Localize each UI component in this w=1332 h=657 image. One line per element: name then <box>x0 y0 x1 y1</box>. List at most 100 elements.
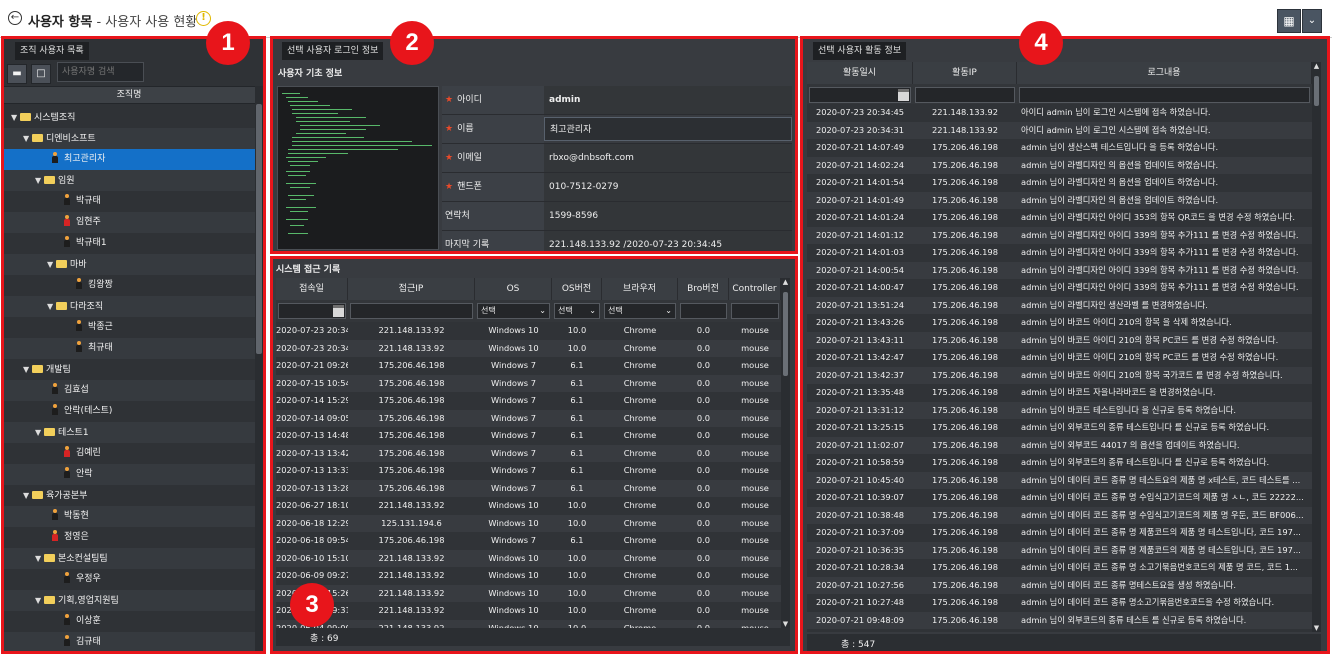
activity-scrollbar-thumb[interactable] <box>1314 76 1319 106</box>
activity-table-row[interactable]: 2020-07-21 13:42:37 175.206.46.198 admin 님… <box>807 366 1312 384</box>
access-column-header[interactable]: OS <box>475 278 552 300</box>
access-column-header[interactable]: 접속일 <box>276 278 348 300</box>
warning-icon[interactable]: ! <box>196 11 211 26</box>
access-table-row[interactable]: 2020-07-15 10:54 175.206.46.198 Windows 7 6… <box>276 374 781 392</box>
chevron-down-icon[interactable]: ▼ <box>47 254 56 275</box>
chevron-down-icon[interactable]: ▼ <box>23 128 32 149</box>
chevron-down-icon[interactable]: ▼ <box>35 548 44 569</box>
activity-date-filter-input[interactable] <box>809 87 911 103</box>
activity-table-row[interactable]: 2020-07-21 13:25:15 175.206.46.198 admin 님… <box>807 419 1312 437</box>
access-table-row[interactable]: 2020-06-04 09:00221.148.133.92Windows 10… <box>276 619 781 628</box>
tree-user-item[interactable]: 안락(테스트) <box>3 401 255 422</box>
activity-table-row[interactable]: 2020-07-21 10:45:40 175.206.46.198 admin 님… <box>807 471 1312 489</box>
access-scrollbar-thumb[interactable] <box>783 292 788 376</box>
folder-open-icon[interactable]: ▬ <box>7 64 27 84</box>
tree-folder-item[interactable]: ▼ 본소컨설팅팀 <box>3 548 255 569</box>
chevron-down-icon[interactable]: ▼ <box>23 485 32 506</box>
activity-table-row[interactable]: 2020-07-21 13:43:26 175.206.46.198 admin 님… <box>807 314 1312 332</box>
activity-table-row[interactable]: 2020-07-21 10:27:48 175.206.46.198 admin 님… <box>807 594 1312 612</box>
scroll-up-icon[interactable]: ▲ <box>1312 62 1321 70</box>
access-table-row[interactable]: 2020-06-09 09:27 221.148.133.92 Windows 10… <box>276 567 781 585</box>
login-info-tab[interactable]: 선택 사용자 로그인 정보 <box>282 42 384 60</box>
tree-user-item[interactable]: 박종근 <box>3 317 255 338</box>
tree-user-item[interactable]: 우정우 <box>3 569 255 590</box>
activity-table-row[interactable]: 2020-07-23 20:34:45 221.148.133.92 아이디 adm… <box>807 104 1312 122</box>
activity-table-row[interactable]: 2020-07-21 14:00:54 175.206.46.198 admin 님… <box>807 261 1312 279</box>
scroll-down-icon[interactable]: ▼ <box>1312 624 1321 632</box>
access-table-row[interactable]: 2020-07-13 13:33 175.206.46.198 Windows 7 6… <box>276 462 781 480</box>
access-table-row[interactable]: 2020-07-13 13:42 175.206.46.198 Windows 7 6… <box>276 444 781 462</box>
access-table-row[interactable]: 2020-07-23 20:34 221.148.133.92 Windows 10… <box>276 339 781 357</box>
activity-table-row[interactable]: 2020-07-21 14:02:24 175.206.46.198 admin 님… <box>807 156 1312 174</box>
chevron-down-icon[interactable]: ▼ <box>35 422 44 443</box>
access-column-header[interactable]: Bro버전 <box>678 278 729 300</box>
chevron-down-icon[interactable]: ▼ <box>35 170 44 191</box>
access-column-header[interactable]: OS버전 <box>552 278 602 300</box>
layout-button[interactable]: ▦ <box>1277 9 1301 33</box>
controller-filter-input[interactable] <box>731 303 779 319</box>
tree-user-item[interactable]: 최고관리자 <box>3 149 255 170</box>
org-user-tab[interactable]: 조직 사용자 목록 <box>15 42 89 60</box>
tree-user-item[interactable]: 박동현 <box>3 506 255 527</box>
activity-table-row[interactable]: 2020-07-21 13:43:11 175.206.46.198 admin 님… <box>807 331 1312 349</box>
back-icon[interactable]: ← <box>8 11 22 25</box>
access-table-row[interactable]: 2020-06-27 18:10 221.148.133.92 Windows 10… <box>276 497 781 515</box>
tree-user-item[interactable]: 이상훈 <box>3 611 255 632</box>
activity-table-row[interactable]: 2020-07-21 11:02:07 175.206.46.198 admin 님… <box>807 436 1312 454</box>
tree-user-item[interactable]: 정영은 <box>3 527 255 548</box>
tree-folder-item[interactable]: ▼ 시스템조직 <box>3 107 255 128</box>
access-column-header[interactable]: Controller <box>729 278 781 300</box>
user-search-input[interactable] <box>57 62 144 82</box>
access-table-row[interactable]: 2020-06-18 12:29 125.131.194.6 Windows 10 1… <box>276 514 781 532</box>
tree-folder-item[interactable]: ▼ 기획,영업지원팀 <box>3 590 255 611</box>
access-column-header[interactable]: 접근IP <box>348 278 475 300</box>
activity-table-row[interactable]: 2020-07-21 10:36:35 175.206.46.198 admin 님… <box>807 541 1312 559</box>
tree-user-item[interactable]: 최규태 <box>3 338 255 359</box>
tree-scrollbar-thumb[interactable] <box>256 104 262 354</box>
bro-version-filter-input[interactable] <box>680 303 727 319</box>
date-filter-input[interactable] <box>278 303 346 319</box>
tree-user-item[interactable]: 박규태1 <box>3 233 255 254</box>
activity-table-row[interactable]: 2020-07-21 13:31:12 175.206.46.198 admin 님… <box>807 401 1312 419</box>
activity-table-row[interactable]: 2020-07-21 10:39:07 175.206.46.198 admin 님… <box>807 489 1312 507</box>
access-table-row[interactable]: 2020-07-13 13:28 175.206.46.198 Windows 7 6… <box>276 479 781 497</box>
access-table-row[interactable]: 2020-07-21 09:26 175.206.46.198 Windows 7 6… <box>276 357 781 375</box>
calendar-icon[interactable] <box>898 89 909 101</box>
chevron-down-icon[interactable]: ▼ <box>23 359 32 380</box>
activity-table-row[interactable]: 2020-07-21 09:48:09 175.206.46.198 admin 님… <box>807 611 1312 629</box>
access-table-row[interactable]: 2020-07-14 09:05 175.206.46.198 Windows 7 6… <box>276 409 781 427</box>
tree-user-item[interactable]: 김효섭 <box>3 380 255 401</box>
access-table-row[interactable]: 2020-06-10 15:10 221.148.133.92 Windows 10… <box>276 549 781 567</box>
scroll-up-icon[interactable]: ▲ <box>781 278 790 286</box>
log-content-filter-input[interactable] <box>1019 87 1310 103</box>
access-table-row[interactable]: 2020-06-05 09:31221.148.133.92Windows 10… <box>276 602 781 620</box>
activity-table-row[interactable]: 2020-07-21 14:07:49 175.206.46.198 admin 님… <box>807 139 1312 157</box>
tree-folder-item[interactable]: ▼ 테스트1 <box>3 422 255 443</box>
activity-column-header[interactable]: 로그내용 <box>1017 62 1312 84</box>
tree-user-item[interactable]: 킹왕짱 <box>3 275 255 296</box>
org-column-header[interactable]: 조직명 <box>3 86 255 104</box>
activity-table-row[interactable]: 2020-07-21 09:47:22175.206.46.198admin 님… <box>807 629 1312 632</box>
tree-user-item[interactable]: 김예린 <box>3 443 255 464</box>
tree-folder-item[interactable]: ▼ 다라조직 <box>3 296 255 317</box>
activity-table-row[interactable]: 2020-07-21 10:38:48 175.206.46.198 admin 님… <box>807 506 1312 524</box>
access-table-row[interactable]: 2020-07-13 14:48 175.206.46.198 Windows 7 6… <box>276 427 781 445</box>
activity-table-row[interactable]: 2020-07-21 14:01:49 175.206.46.198 admin 님… <box>807 191 1312 209</box>
scroll-down-icon[interactable]: ▼ <box>781 620 790 628</box>
activity-table-row[interactable]: 2020-07-21 13:51:24 175.206.46.198 admin 님… <box>807 296 1312 314</box>
access-column-header[interactable]: 브라우저 <box>602 278 678 300</box>
tree-folder-item[interactable]: ▼ 개발팀 <box>3 359 255 380</box>
tree-folder-item[interactable]: ▼ 임원 <box>3 170 255 191</box>
activity-table-row[interactable]: 2020-07-21 14:01:24 175.206.46.198 admin 님… <box>807 209 1312 227</box>
access-table-row[interactable]: 2020-07-23 20:34 221.148.133.92 Windows 10… <box>276 322 781 340</box>
activity-table-row[interactable]: 2020-07-21 14:00:47 175.206.46.198 admin 님… <box>807 279 1312 297</box>
ip-filter-input[interactable] <box>350 303 473 319</box>
os-version-filter-select[interactable]: 선택 ⌄ <box>554 303 600 319</box>
activity-table-row[interactable]: 2020-07-21 14:01:54 175.206.46.198 admin 님… <box>807 174 1312 192</box>
tree-folder-item[interactable]: ▼ 디엔비소프트 <box>3 128 255 149</box>
chevron-down-icon[interactable]: ▼ <box>35 590 44 611</box>
activity-table-row[interactable]: 2020-07-21 14:01:12 175.206.46.198 admin 님… <box>807 226 1312 244</box>
activity-table-row[interactable]: 2020-07-21 14:01:03 175.206.46.198 admin 님… <box>807 244 1312 262</box>
access-table-row[interactable]: 2020-06-18 09:54 175.206.46.198 Windows 7 6… <box>276 532 781 550</box>
activity-table-row[interactable]: 2020-07-21 10:27:56 175.206.46.198 admin 님… <box>807 576 1312 594</box>
